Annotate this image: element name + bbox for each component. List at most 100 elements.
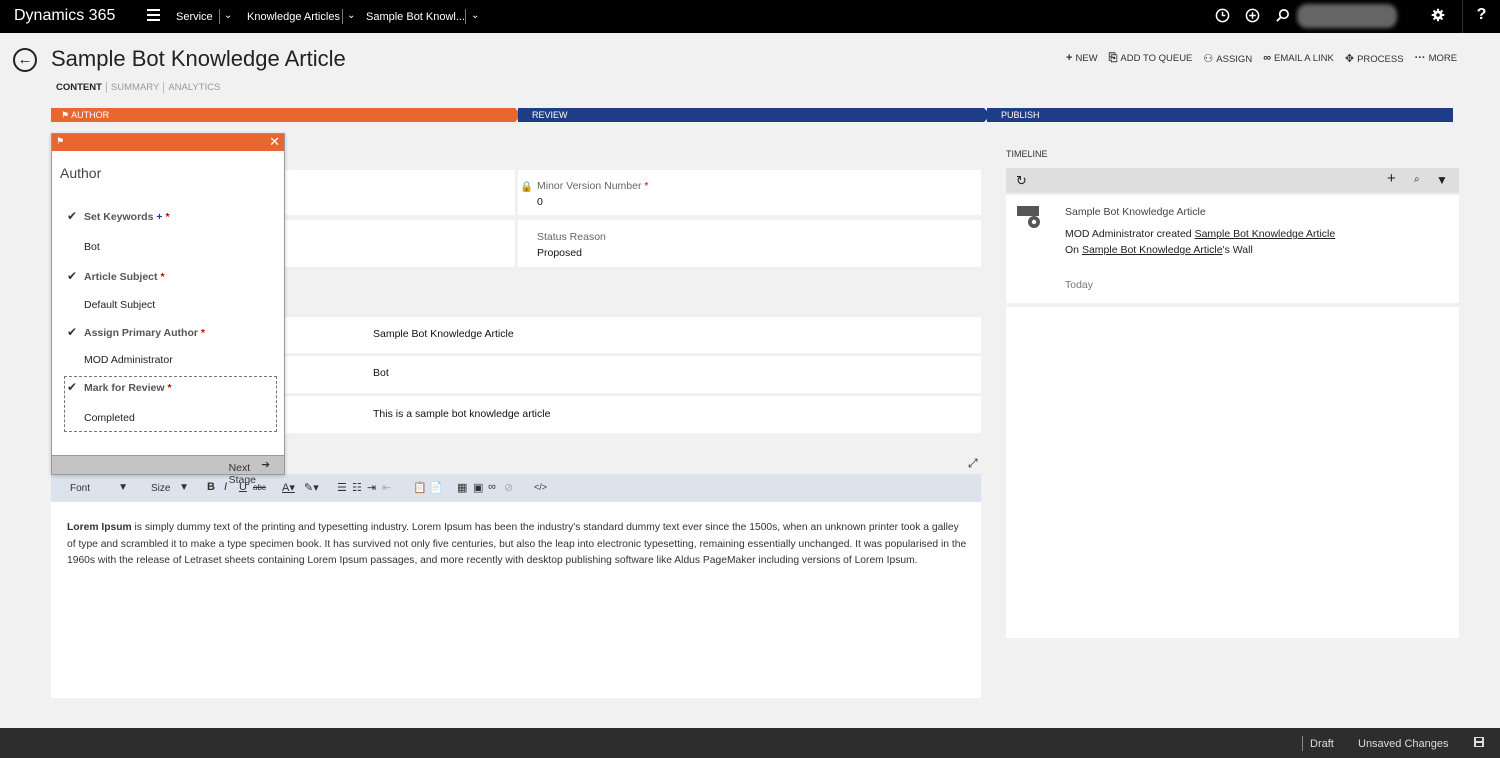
article-body[interactable]: Lorem Ipsum is simply dummy text of the … [67, 520, 967, 570]
timeline-title: TIMELINE [1006, 149, 1048, 159]
italic-icon[interactable]: I [224, 481, 227, 493]
page-title: Sample Bot Knowledge Article [51, 46, 346, 71]
flyout-header: ⚑ ✕ [52, 134, 284, 151]
form-tabs: CONTENT SUMMARY ANALYTICS [56, 82, 225, 93]
flag-icon: ⚑ [56, 136, 65, 146]
minor-version-field: 🔒 Minor Version Number * 0 [518, 170, 981, 215]
save-icon[interactable] [1474, 737, 1484, 750]
nav-crumb-knowledge-articles[interactable]: Knowledge Articles [247, 11, 340, 23]
outdent-icon[interactable]: ⇤ [382, 481, 391, 494]
checkmark-icon: ✔ [67, 209, 78, 223]
tab-analytics[interactable]: ANALYTICS [163, 82, 225, 93]
user-avatar[interactable] [1297, 4, 1397, 28]
nav-crumb-service[interactable]: Service [176, 11, 213, 23]
process-icon: ✥ [1344, 53, 1355, 65]
crumb-divider [342, 9, 343, 24]
search-icon[interactable] [1275, 8, 1290, 27]
hamburger-menu-icon[interactable] [147, 9, 160, 21]
table-icon[interactable]: ▦ [457, 481, 467, 494]
expand-icon[interactable]: ⤢ [968, 456, 978, 471]
stage-review[interactable]: REVIEW [518, 108, 984, 122]
timeline-toolbar: ↻ + ⌕ ▼ [1006, 168, 1459, 193]
filter-icon[interactable]: ▼ [1436, 173, 1448, 187]
plus-icon: + [1066, 52, 1073, 64]
font-color-icon[interactable]: A▾ [282, 481, 295, 494]
tab-content[interactable]: CONTENT [56, 82, 106, 93]
indent-icon[interactable]: ⇥ [367, 481, 376, 494]
refresh-icon[interactable]: ↻ [1016, 173, 1027, 189]
minor-version-label: Minor Version Number * [537, 180, 649, 192]
bold-icon[interactable]: B [207, 481, 215, 493]
assign-button[interactable]: ⚇ ASSIGN [1203, 52, 1252, 65]
editor-toolbar: Font ▼ Size ▼ B I U abc A▾ ✎▾ ☰ ☷ ⇥ ⇤ 📋 📄 … [51, 474, 981, 502]
record-link[interactable]: Sample Bot Knowledge Article [1195, 228, 1336, 240]
more-button[interactable]: ··· MORE [1415, 52, 1458, 65]
step-label-subject: Article Subject * [84, 271, 165, 283]
more-icon: ··· [1414, 52, 1426, 64]
tab-summary[interactable]: SUMMARY [105, 82, 164, 93]
step-label-review: Mark for Review * [84, 382, 172, 394]
clock-icon[interactable] [1215, 8, 1230, 27]
top-nav-bar: Dynamics 365 Service ⌄ Knowledge Article… [0, 0, 1500, 33]
step-value-subject[interactable]: Default Subject [84, 299, 155, 311]
unlink-icon[interactable]: ⊘ [504, 481, 513, 494]
app-brand[interactable]: Dynamics 365 [14, 7, 115, 25]
keywords-value[interactable]: Bot [373, 367, 389, 379]
paste-icon[interactable]: 📋 [413, 481, 427, 494]
chevron-down-icon[interactable]: ⌄ [224, 10, 232, 21]
bullet-list-icon[interactable]: ☷ [352, 481, 362, 494]
crumb-divider [219, 9, 220, 24]
size-select[interactable]: Size ▼ [145, 481, 190, 496]
flyout-title: Author [60, 165, 102, 181]
unsaved-changes: Unsaved Changes [1358, 738, 1449, 750]
dropdown-arrow-icon: ▼ [179, 482, 189, 493]
back-button[interactable]: ← [13, 48, 37, 72]
paste-text-icon[interactable]: 📄 [429, 481, 443, 494]
font-select[interactable]: Font ▼ [59, 481, 131, 496]
dropdown-arrow-icon: ▼ [118, 482, 128, 493]
flag-icon: ⚑ [61, 110, 72, 120]
new-button[interactable]: + NEW [1066, 52, 1098, 65]
gear-icon[interactable] [1431, 8, 1445, 26]
description-value[interactable]: This is a sample bot knowledge article [373, 408, 550, 420]
add-icon[interactable]: + [1387, 170, 1396, 187]
step-value-author[interactable]: MOD Administrator [84, 354, 173, 366]
checkmark-icon: ✔ [67, 325, 78, 339]
title-value[interactable]: Sample Bot Knowledge Article [373, 328, 514, 340]
minor-version-value: 0 [537, 196, 543, 208]
author-stage-flyout: ⚑ ✕ Author ✔ Set Keywords + * Bot ✔ Arti… [51, 133, 285, 486]
add-circle-icon[interactable] [1245, 8, 1260, 27]
status-reason-field: Status Reason Proposed [518, 220, 981, 267]
timeline-post-text: MOD Administrator created Sample Bot Kno… [1065, 228, 1336, 240]
link-icon[interactable]: ∞ [488, 481, 496, 493]
chevron-down-icon[interactable]: ⌄ [347, 10, 355, 21]
close-icon[interactable]: ✕ [269, 134, 280, 150]
add-to-queue-button[interactable]: ⎘ ADD TO QUEUE [1109, 52, 1193, 65]
image-icon[interactable]: ▣ [473, 481, 483, 494]
record-status: Draft [1310, 738, 1334, 750]
help-button[interactable]: ? [1462, 0, 1500, 33]
step-value-keywords[interactable]: Bot [84, 241, 100, 253]
highlight-icon[interactable]: ✎▾ [304, 481, 319, 494]
stage-author[interactable]: ⚑ AUTHOR [51, 108, 515, 122]
timeline-post: Sample Bot Knowledge Article MOD Adminis… [1006, 195, 1459, 303]
wall-link[interactable]: Sample Bot Knowledge Article [1082, 244, 1223, 256]
step-value-review[interactable]: Completed [84, 412, 135, 424]
command-bar: + NEW ⎘ ADD TO QUEUE ⚇ ASSIGN ∞ EMAIL A LINK… [1066, 52, 1468, 65]
lock-icon: 🔒 [520, 181, 534, 193]
numbered-list-icon[interactable]: ☰ [337, 481, 347, 494]
source-code-icon[interactable]: </> [534, 482, 547, 492]
search-icon[interactable]: ⌕ [1414, 174, 1420, 185]
step-label-keywords: Set Keywords + * [84, 211, 170, 223]
editor-content[interactable]: Lorem Ipsum is simply dummy text of the … [51, 502, 981, 698]
email-link-button[interactable]: ∞ EMAIL A LINK [1263, 52, 1334, 65]
status-reason-value[interactable]: Proposed [537, 247, 582, 259]
process-button[interactable]: ✥ PROCESS [1345, 52, 1404, 65]
stage-publish[interactable]: PUBLISH [987, 108, 1453, 122]
next-stage-button[interactable]: Next Stage ➔ [52, 455, 284, 486]
checkmark-icon: ✔ [67, 269, 78, 283]
arrow-right-icon: ➔ [261, 459, 270, 471]
chevron-down-icon[interactable]: ⌄ [471, 10, 479, 21]
timeline-post-title: Sample Bot Knowledge Article [1065, 206, 1206, 218]
nav-crumb-record[interactable]: Sample Bot Knowl... [366, 11, 465, 23]
